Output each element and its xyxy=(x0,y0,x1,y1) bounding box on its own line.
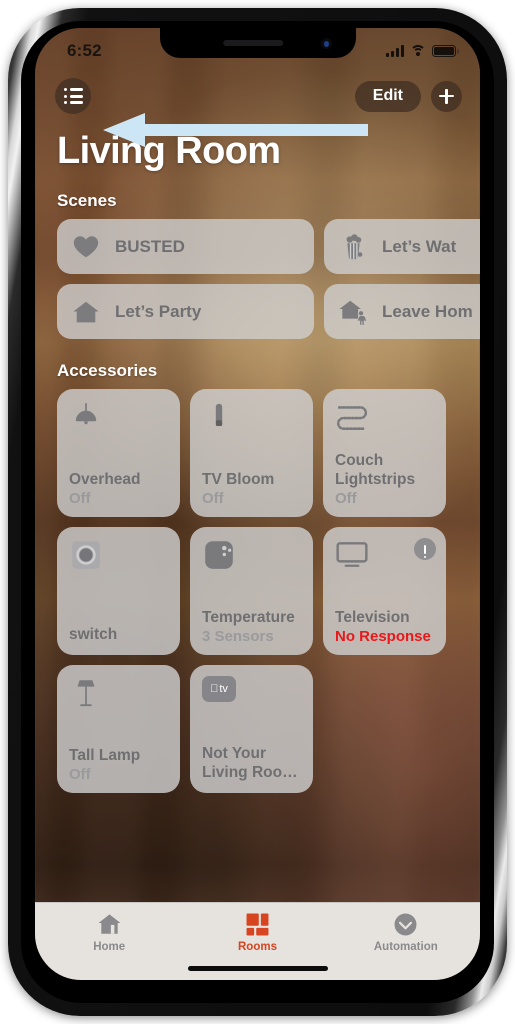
accessories-section-title: Accessories xyxy=(57,361,158,380)
scene-label: Leave Hom xyxy=(382,301,473,321)
accessory-icon-wrap xyxy=(69,676,168,718)
status-indicators xyxy=(386,45,459,57)
add-button[interactable] xyxy=(431,80,462,112)
accessory-name: Tall Lamp xyxy=(69,746,141,764)
scene-label: Let’s Party xyxy=(115,301,202,321)
list-menu-icon xyxy=(63,88,83,104)
floor-lamp-icon xyxy=(77,680,95,707)
accessory-icon-wrap xyxy=(335,400,434,442)
nav-bar: Edit xyxy=(35,78,480,114)
front-camera-icon xyxy=(320,38,332,49)
tab-rooms[interactable]: Rooms xyxy=(183,911,331,953)
scene-tile-lets-party[interactable]: Let’s Party xyxy=(57,284,314,339)
accessory-tile-tv-bloom[interactable]: TV Bloom Off xyxy=(190,389,313,517)
accessories-grid: Overhead Off TV Bloom Off Couch Lightstr… xyxy=(35,389,480,793)
accessory-name: Couch Lightstrips xyxy=(335,452,416,488)
accessory-icon-wrap xyxy=(202,538,301,580)
accessory-tile-tall-lamp[interactable]: Tall Lamp Off xyxy=(57,665,180,793)
accessory-state: Off xyxy=(69,766,91,783)
television-icon xyxy=(336,542,368,567)
accessory-tile-temperature[interactable]: Temperature 3 Sensors xyxy=(190,527,313,655)
accessory-icon-wrap xyxy=(202,400,301,442)
scenes-section-title: Scenes xyxy=(57,191,117,210)
accessory-name: Not Your Living Roo… xyxy=(202,745,298,781)
accessory-state: Off xyxy=(335,490,357,507)
accessory-name: Television xyxy=(335,608,410,626)
room-content: Living Room Scenes BUSTED Let’s Wat Let’… xyxy=(35,124,480,902)
scene-tile-busted[interactable]: BUSTED xyxy=(57,219,314,274)
home-indicator[interactable] xyxy=(187,966,328,971)
automation-icon xyxy=(394,913,417,936)
rooms-icon xyxy=(246,913,269,936)
earpiece-speaker xyxy=(222,40,283,46)
light-strip-icon xyxy=(336,406,368,430)
apple-tv-icon:  tv xyxy=(202,676,236,702)
accessory-state: No Response xyxy=(335,628,431,645)
accessory-icon-wrap xyxy=(69,538,168,580)
screenshot-stage: 6:52 Edit Living Room Scenes BUSTED Let’… xyxy=(0,0,515,1024)
accessory-tile-couch-lightstrips[interactable]: Couch Lightstrips Off xyxy=(323,389,446,517)
scene-label: Let’s Wat xyxy=(382,236,457,256)
scenes-grid: BUSTED Let’s Wat Let’s Party Leave Hom xyxy=(35,219,480,339)
light-bar-icon xyxy=(215,403,223,427)
apple-logo-icon:  xyxy=(210,683,218,695)
sensor-icon xyxy=(205,541,233,569)
accessory-name: TV Bloom xyxy=(202,470,275,488)
house-icon xyxy=(73,301,99,322)
tab-automation[interactable]: Automation xyxy=(332,911,480,953)
phone-screen: 6:52 Edit Living Room Scenes BUSTED Let’… xyxy=(35,28,480,980)
tab-label: Rooms xyxy=(238,941,277,953)
accessory-name: Overhead xyxy=(69,470,141,488)
popcorn-icon xyxy=(346,233,363,259)
accessory-tile-not-your-living-room[interactable]:  tv Not Your Living Roo… xyxy=(190,665,313,793)
accessory-state: Off xyxy=(69,490,91,507)
scene-label: BUSTED xyxy=(115,236,185,256)
notch xyxy=(159,28,356,58)
accessory-tile-overhead[interactable]: Overhead Off xyxy=(57,389,180,517)
warning-badge xyxy=(414,538,436,560)
list-menu-button[interactable] xyxy=(55,78,91,114)
battery-icon xyxy=(432,45,459,57)
accessory-state: 3 Sensors xyxy=(202,628,274,645)
accessory-icon-wrap:  tv xyxy=(202,676,301,718)
accessory-name: Temperature xyxy=(202,608,295,626)
tab-label: Home xyxy=(93,941,126,953)
accessory-tile-television[interactable]: Television No Response xyxy=(323,527,446,655)
heart-icon xyxy=(73,235,99,257)
accessory-state: Off xyxy=(202,490,224,507)
exclamation-icon xyxy=(423,544,427,559)
switch-icon xyxy=(72,541,100,569)
accessory-name: switch xyxy=(69,625,118,643)
edit-button[interactable]: Edit xyxy=(354,80,421,112)
tv-text: tv xyxy=(215,682,228,695)
accessory-tile-switch[interactable]: switch xyxy=(57,527,180,655)
tab-label: Automation xyxy=(373,941,438,953)
pendant-lamp-icon xyxy=(75,403,97,425)
home-icon xyxy=(98,914,121,934)
wifi-icon xyxy=(410,45,426,57)
cellular-signal-icon xyxy=(386,45,404,57)
scene-tile-lets-watch[interactable]: Let’s Wat xyxy=(324,219,480,274)
status-time: 6:52 xyxy=(67,41,102,60)
page-title: Living Room xyxy=(57,130,281,172)
scene-tile-leave-home[interactable]: Leave Hom xyxy=(324,284,480,339)
accessory-icon-wrap xyxy=(69,400,168,442)
tab-home[interactable]: Home xyxy=(35,911,183,953)
house-person-icon xyxy=(339,300,367,325)
